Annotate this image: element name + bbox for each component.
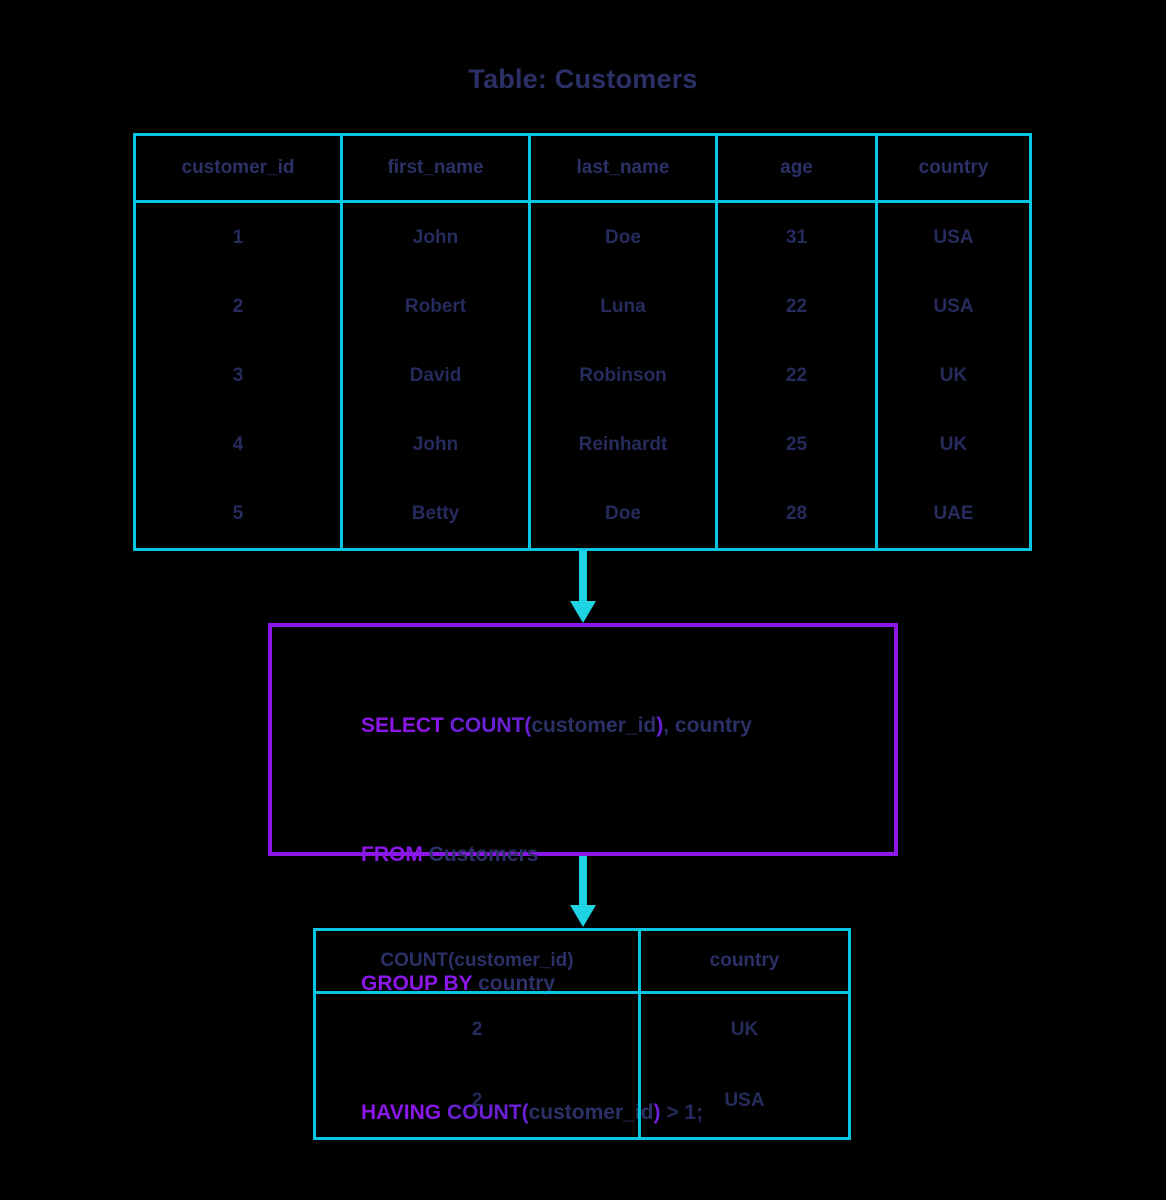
cell: USA bbox=[724, 1090, 765, 1112]
sql-line: SELECT COUNT(customer_id), country bbox=[326, 661, 894, 790]
sql-line: FROM Customers bbox=[326, 790, 894, 919]
result-table: COUNT(customer_id) country 2 2 UK USA bbox=[313, 928, 851, 1140]
column-country: USA USA UK UK UAE bbox=[878, 203, 1029, 548]
column-first-name: John Robert David John Betty bbox=[343, 203, 531, 548]
cell: 4 bbox=[232, 433, 244, 455]
cell: 22 bbox=[785, 364, 808, 386]
arrow-head bbox=[570, 905, 596, 927]
cell: Betty bbox=[411, 502, 460, 524]
diagram-canvas: Table: Customers customer_id first_name … bbox=[0, 0, 1166, 1200]
cell: Robert bbox=[404, 295, 467, 317]
column-header-country: country bbox=[918, 157, 989, 178]
column-header-customer-id: customer_id bbox=[136, 136, 343, 200]
column-age: 31 22 22 25 28 bbox=[718, 203, 878, 548]
customers-table-body: 1 2 3 4 5 John Robert David John Betty D… bbox=[136, 203, 1029, 548]
sql-query-box: SELECT COUNT(customer_id), country FROM … bbox=[268, 623, 898, 1124]
result-column-country: UK USA bbox=[641, 994, 848, 1137]
result-table-body: 2 2 UK USA bbox=[316, 994, 848, 1137]
customers-table: customer_id first_name last_name age cou… bbox=[133, 133, 1032, 551]
cell: UK bbox=[939, 364, 968, 386]
cell: David bbox=[409, 364, 462, 386]
cell: UK bbox=[939, 433, 968, 455]
page-title: Table: Customers bbox=[468, 64, 698, 94]
result-table-header-row: COUNT(customer_id) country bbox=[316, 931, 848, 994]
customers-table-header-row: customer_id first_name last_name age cou… bbox=[136, 136, 1029, 203]
cell: 22 bbox=[785, 295, 808, 317]
arrow-down-icon bbox=[570, 551, 596, 623]
arrow-shaft bbox=[579, 856, 587, 905]
sql-identifier-country: , country bbox=[663, 714, 752, 737]
cell: 31 bbox=[785, 226, 808, 248]
cell: USA bbox=[933, 295, 974, 317]
column-header-last-name: last_name bbox=[531, 136, 718, 200]
cell: 5 bbox=[232, 502, 244, 524]
result-column-header-country: country bbox=[709, 950, 780, 971]
column-last-name: Doe Luna Robinson Reinhardt Doe bbox=[531, 203, 718, 548]
cell: 2 bbox=[471, 1090, 483, 1112]
cell: 28 bbox=[785, 502, 808, 524]
cell: Reinhardt bbox=[578, 433, 668, 455]
cell: USA bbox=[933, 226, 974, 248]
cell: Doe bbox=[605, 502, 641, 524]
cell: Doe bbox=[605, 226, 641, 248]
cell: 3 bbox=[232, 364, 244, 386]
cell: John bbox=[412, 226, 459, 248]
sql-keyword-from: FROM bbox=[361, 843, 429, 866]
cell: 25 bbox=[785, 433, 808, 455]
cell: UK bbox=[730, 1018, 759, 1040]
result-column-count: 2 2 bbox=[316, 994, 641, 1137]
cell: UAE bbox=[933, 502, 974, 524]
column-header-first-name: first_name bbox=[343, 136, 531, 200]
column-header-age: age bbox=[718, 136, 878, 200]
cell: Luna bbox=[600, 295, 646, 317]
sql-identifier-customer-id: customer_id bbox=[531, 714, 657, 737]
cell: John bbox=[412, 433, 459, 455]
arrow-head bbox=[570, 601, 596, 623]
cell: 1 bbox=[232, 226, 244, 248]
column-customer-id: 1 2 3 4 5 bbox=[136, 203, 343, 548]
sql-function-count: COUNT( bbox=[449, 714, 532, 737]
cell: 2 bbox=[471, 1018, 483, 1040]
cell: 2 bbox=[232, 295, 244, 317]
sql-keyword-select: SELECT bbox=[361, 714, 450, 737]
result-column-header-count: COUNT(customer_id) bbox=[316, 931, 641, 991]
arrow-shaft bbox=[579, 551, 587, 601]
cell: Robinson bbox=[579, 364, 667, 386]
sql-identifier-customers: Customers bbox=[428, 843, 539, 866]
arrow-down-icon bbox=[570, 856, 596, 927]
